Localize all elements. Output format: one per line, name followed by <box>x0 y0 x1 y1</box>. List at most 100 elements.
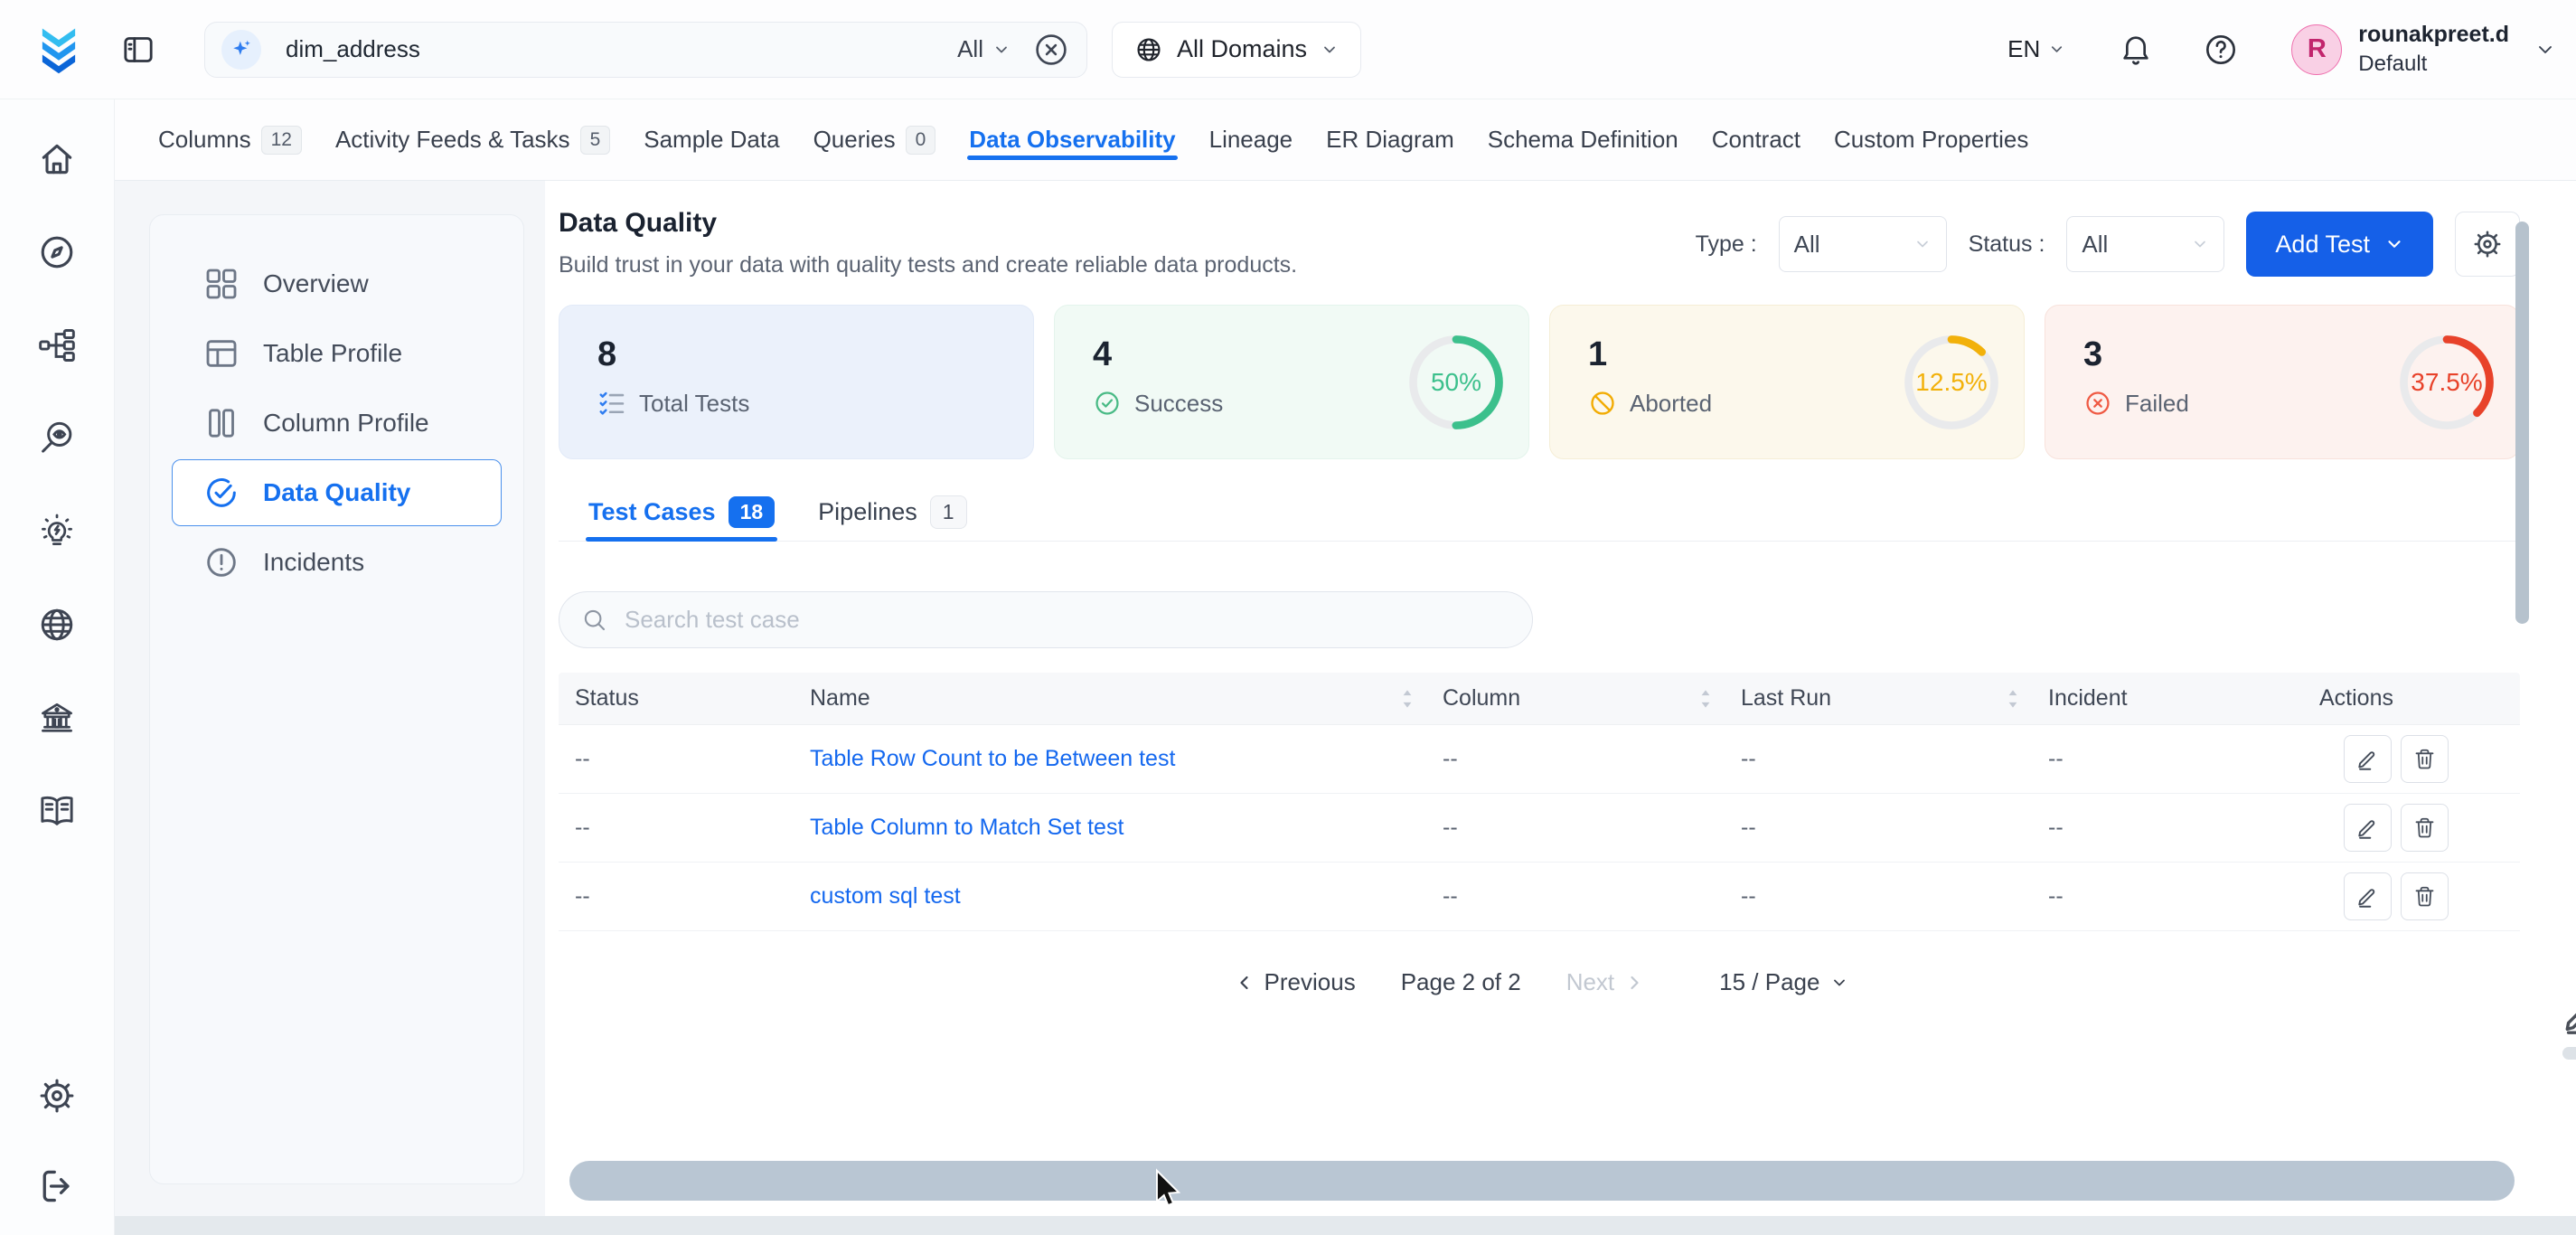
success-ring: 50% <box>1407 334 1505 431</box>
column-header-status: Status <box>559 685 794 712</box>
nav-glossary[interactable] <box>37 791 77 831</box>
page-size-selector[interactable]: 15 / Page <box>1719 968 1848 996</box>
type-filter-select[interactable]: All <box>1779 216 1947 272</box>
total-tests-label: Total Tests <box>639 390 749 418</box>
test-case-link[interactable]: Table Row Count to be Between test <box>794 746 1426 772</box>
status-filter-select[interactable]: All <box>2066 216 2224 272</box>
tab-data-observability[interactable]: Data Observability <box>969 99 1175 180</box>
menu-item-label: Table Profile <box>263 339 402 368</box>
search-input[interactable] <box>284 34 957 64</box>
test-case-link[interactable]: Table Column to Match Set test <box>794 815 1426 841</box>
delete-test-button[interactable] <box>2401 804 2449 852</box>
menu-item-column-profile[interactable]: Column Profile <box>172 390 502 457</box>
failed-card[interactable]: 3 Failed 37.5% <box>2045 305 2520 459</box>
chevron-down-icon <box>992 41 1011 59</box>
test-list-tabs: Test Cases 18 Pipelines 1 <box>559 484 2520 542</box>
user-menu-caret[interactable] <box>2534 39 2556 61</box>
menu-item-data-quality[interactable]: Data Quality <box>172 459 502 526</box>
tab-label: Lineage <box>1209 126 1293 154</box>
tab-contract[interactable]: Contract <box>1712 99 1800 180</box>
success-card[interactable]: 4 Success 50% <box>1054 305 1529 459</box>
last-run-cell: -- <box>1725 815 2032 841</box>
notifications-button[interactable] <box>2118 32 2154 68</box>
tab-columns[interactable]: Columns12 <box>158 99 302 180</box>
search-icon <box>581 607 608 634</box>
menu-item-table-profile[interactable]: Table Profile <box>172 320 502 387</box>
table-row: -- Table Row Count to be Between test --… <box>559 725 2520 794</box>
tab-test-cases[interactable]: Test Cases 18 <box>588 484 775 541</box>
tab-pipelines[interactable]: Pipelines 1 <box>818 484 966 541</box>
page-size-label: 15 / Page <box>1719 968 1819 996</box>
global-search-bar[interactable]: All <box>204 22 1087 78</box>
tab-schema-definition[interactable]: Schema Definition <box>1488 99 1678 180</box>
menu-item-overview[interactable]: Overview <box>172 250 502 317</box>
nav-insights[interactable] <box>37 512 77 552</box>
nav-lineage[interactable] <box>37 325 77 365</box>
tab-activity-feeds[interactable]: Activity Feeds & Tasks5 <box>335 99 610 180</box>
status-filter-value: All <box>2082 231 2108 259</box>
gear-icon <box>2471 228 2504 260</box>
test-case-search[interactable] <box>559 591 1533 648</box>
vertical-scrollbar-thumb[interactable] <box>2515 222 2529 624</box>
pencil-icon <box>2355 815 2380 840</box>
success-percent: 50% <box>1407 334 1505 431</box>
aborted-card[interactable]: 1 Aborted 12.5% <box>1549 305 2025 459</box>
status-cell: -- <box>559 883 794 910</box>
column-header-last-run: Last Run <box>1725 685 2032 712</box>
language-selector[interactable]: EN <box>2007 35 2065 63</box>
clipped-edge-pencil-icon[interactable] <box>2561 995 2576 1036</box>
nav-explore[interactable] <box>37 232 77 272</box>
collapse-sidebar-button[interactable] <box>120 32 156 68</box>
total-tests-card[interactable]: 8 Total Tests <box>559 305 1034 459</box>
help-button[interactable] <box>2203 32 2239 68</box>
actions-cell <box>2303 872 2520 920</box>
nav-observability[interactable] <box>37 419 77 458</box>
tab-sample-data[interactable]: Sample Data <box>644 99 779 180</box>
sort-icon[interactable] <box>1699 689 1712 709</box>
previous-page-button[interactable]: Previous <box>1230 967 1361 997</box>
failed-ring: 37.5% <box>2398 334 2496 431</box>
nav-domains[interactable] <box>37 605 77 645</box>
edit-test-button[interactable] <box>2344 872 2392 920</box>
tab-label: Custom Properties <box>1834 126 2028 154</box>
edit-test-button[interactable] <box>2344 804 2392 852</box>
user-avatar[interactable]: R <box>2291 24 2342 75</box>
nav-governance[interactable] <box>37 698 77 738</box>
menu-item-label: Column Profile <box>263 409 429 438</box>
sort-icon[interactable] <box>2007 689 2019 709</box>
tab-lineage[interactable]: Lineage <box>1209 99 1293 180</box>
tab-label: Queries <box>813 126 896 154</box>
clear-search-button[interactable] <box>1032 31 1070 69</box>
add-test-button[interactable]: Add Test <box>2246 212 2433 277</box>
question-circle-icon <box>2203 32 2239 68</box>
aborted-label: Aborted <box>1630 390 1712 418</box>
horizontal-scrollbar-thumb[interactable] <box>569 1161 2515 1201</box>
search-scope-dropdown[interactable]: All <box>957 35 1011 63</box>
domain-selector[interactable]: All Domains <box>1112 22 1361 78</box>
nav-logout[interactable] <box>37 1166 77 1206</box>
tab-custom-properties[interactable]: Custom Properties <box>1834 99 2028 180</box>
test-settings-button[interactable] <box>2455 212 2520 277</box>
nav-settings[interactable] <box>37 1076 77 1116</box>
incident-cell: -- <box>2032 746 2303 772</box>
tab-er-diagram[interactable]: ER Diagram <box>1326 99 1454 180</box>
openmetadata-logo[interactable] <box>33 24 85 76</box>
globe-icon <box>1134 35 1163 64</box>
user-info[interactable]: rounakpreet.d Default <box>2358 22 2509 76</box>
test-case-search-input[interactable] <box>623 605 1510 635</box>
test-cases-table: Status Name Column Last Run Incident Act… <box>559 673 2520 931</box>
tab-queries[interactable]: Queries0 <box>813 99 936 180</box>
menu-item-incidents[interactable]: Incidents <box>172 529 502 596</box>
test-case-link[interactable]: custom sql test <box>794 883 1426 910</box>
sort-icon[interactable] <box>1401 689 1414 709</box>
incident-cell: -- <box>2032 815 2303 841</box>
edit-test-button[interactable] <box>2344 735 2392 783</box>
next-page-button[interactable]: Next <box>1561 967 1649 997</box>
delete-test-button[interactable] <box>2401 872 2449 920</box>
nav-home[interactable] <box>37 139 77 179</box>
test-summary-cards: 8 Total Tests 4 Success 50% 1 <box>559 305 2520 459</box>
columns-icon <box>203 405 240 441</box>
domain-selector-label: All Domains <box>1177 35 1307 63</box>
delete-test-button[interactable] <box>2401 735 2449 783</box>
menu-item-label: Incidents <box>263 548 364 577</box>
